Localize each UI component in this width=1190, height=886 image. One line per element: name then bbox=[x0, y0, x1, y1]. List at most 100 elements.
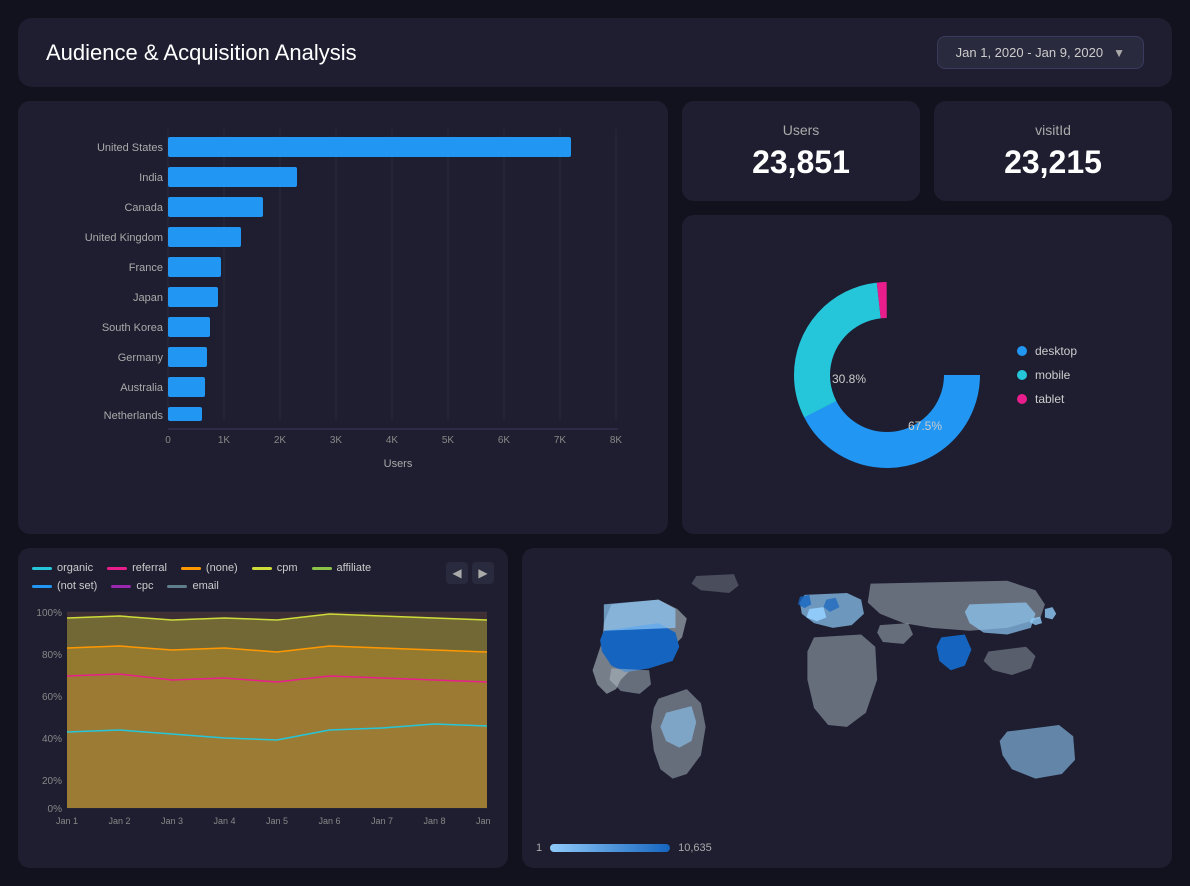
label-germany: Germany bbox=[118, 352, 164, 364]
ytick-80: 80% bbox=[42, 650, 62, 661]
area-legend: organic referral (none) cpm bbox=[32, 562, 446, 592]
map-panel: 1 10,635 bbox=[522, 548, 1172, 868]
map-scale-max: 10,635 bbox=[678, 842, 712, 854]
ytick-40: 40% bbox=[42, 734, 62, 745]
map-usa bbox=[600, 623, 679, 672]
donut-mobile-label: 30.8% bbox=[832, 372, 866, 386]
xtick-jan2: Jan 2 bbox=[108, 816, 130, 826]
bar-japan bbox=[168, 287, 218, 307]
xtick-jan8: Jan 8 bbox=[423, 816, 445, 826]
bar-south-korea bbox=[168, 317, 210, 337]
map-canada bbox=[604, 600, 676, 631]
visitid-label: visitId bbox=[1035, 122, 1071, 138]
label-us: United States bbox=[97, 142, 164, 154]
map-australia bbox=[1000, 725, 1075, 779]
date-range-label: Jan 1, 2020 - Jan 9, 2020 bbox=[956, 45, 1103, 60]
ytick-0: 0% bbox=[48, 804, 63, 815]
map-india bbox=[937, 634, 972, 670]
xtick-3k: 3K bbox=[330, 435, 343, 446]
legend-referral-label: referral bbox=[132, 562, 167, 574]
label-uk: United Kingdom bbox=[85, 232, 163, 244]
bar-uk bbox=[168, 227, 241, 247]
label-australia: Australia bbox=[120, 382, 164, 394]
legend-not-set-line bbox=[32, 585, 52, 588]
bar-chart-panel: United States India Canada United Kingdo… bbox=[18, 101, 668, 534]
bar-germany bbox=[168, 347, 207, 367]
label-canada: Canada bbox=[124, 202, 163, 214]
main-content-row: United States India Canada United Kingdo… bbox=[18, 101, 1172, 534]
ytick-60: 60% bbox=[42, 692, 62, 703]
donut-chart-panel: 30.8% 67.5% desktop mobile tablet bbox=[682, 215, 1172, 534]
visitid-value: 23,215 bbox=[1004, 144, 1102, 181]
legend-not-set: (not set) bbox=[32, 580, 97, 592]
dashboard: Audience & Acquisition Analysis Jan 1, 2… bbox=[0, 0, 1190, 886]
xtick-0: 0 bbox=[165, 435, 171, 446]
legend-referral-line bbox=[107, 567, 127, 570]
legend-email: email bbox=[167, 580, 218, 592]
label-south-korea: South Korea bbox=[102, 322, 164, 334]
legend-email-label: email bbox=[192, 580, 218, 592]
legend-desktop-label: desktop bbox=[1035, 344, 1077, 358]
page-title: Audience & Acquisition Analysis bbox=[46, 40, 357, 66]
legend-none-line bbox=[181, 567, 201, 570]
area-chart-panel: organic referral (none) cpm bbox=[18, 548, 508, 868]
xtick-jan7: Jan 7 bbox=[371, 816, 393, 826]
legend-mobile: mobile bbox=[1017, 368, 1077, 382]
donut-chart-svg: 30.8% 67.5% bbox=[777, 265, 997, 485]
bar-canada bbox=[168, 197, 263, 217]
xtick-7k: 7K bbox=[554, 435, 567, 446]
legend-mobile-label: mobile bbox=[1035, 368, 1070, 382]
map-japan bbox=[1045, 607, 1056, 619]
bar-chart-container: United States India Canada United Kingdo… bbox=[28, 119, 652, 524]
users-label: Users bbox=[783, 122, 820, 138]
xtick-jan5: Jan 5 bbox=[266, 816, 288, 826]
users-stat-card: Users 23,851 bbox=[682, 101, 920, 201]
legend-cpc: cpc bbox=[111, 580, 153, 592]
legend-cpm-label: cpm bbox=[277, 562, 298, 574]
map-mexico bbox=[610, 668, 651, 693]
xtick-5k: 5K bbox=[442, 435, 455, 446]
xtick-jan9: Jan 9 bbox=[476, 816, 492, 826]
donut-legend: desktop mobile tablet bbox=[1017, 344, 1077, 406]
xtick-1k: 1K bbox=[218, 435, 231, 446]
legend-cpm: cpm bbox=[252, 562, 298, 574]
chart-navigation: ◀ ▶ bbox=[446, 562, 494, 584]
legend-mobile-dot bbox=[1017, 370, 1027, 380]
map-sea bbox=[984, 647, 1036, 675]
map-africa bbox=[807, 634, 877, 726]
legend-tablet: tablet bbox=[1017, 392, 1077, 406]
label-japan: Japan bbox=[133, 292, 163, 304]
area-legend-header: organic referral (none) cpm bbox=[32, 562, 494, 598]
ytick-100: 100% bbox=[36, 608, 62, 619]
legend-organic-label: organic bbox=[57, 562, 93, 574]
stat-row: Users 23,851 visitId 23,215 bbox=[682, 101, 1172, 201]
legend-affiliate: affiliate bbox=[312, 562, 372, 574]
label-france: France bbox=[129, 262, 163, 274]
bottom-row: organic referral (none) cpm bbox=[18, 548, 1172, 868]
date-range-picker[interactable]: Jan 1, 2020 - Jan 9, 2020 ▼ bbox=[937, 36, 1144, 69]
xtick-jan4: Jan 4 bbox=[213, 816, 235, 826]
legend-desktop-dot bbox=[1017, 346, 1027, 356]
chevron-down-icon: ▼ bbox=[1113, 46, 1125, 60]
map-scale-bar bbox=[550, 844, 670, 852]
map-greenland bbox=[692, 574, 739, 593]
chart-prev-button[interactable]: ◀ bbox=[446, 562, 468, 584]
map-scale-min: 1 bbox=[536, 842, 542, 854]
legend-cpm-line bbox=[252, 567, 272, 570]
xtick-jan6: Jan 6 bbox=[318, 816, 340, 826]
xtick-jan1: Jan 1 bbox=[56, 816, 78, 826]
legend-organic: organic bbox=[32, 562, 93, 574]
xtick-6k: 6K bbox=[498, 435, 511, 446]
chart-next-button[interactable]: ▶ bbox=[472, 562, 494, 584]
xtick-4k: 4K bbox=[386, 435, 399, 446]
legend-none: (none) bbox=[181, 562, 238, 574]
legend-email-line bbox=[167, 585, 187, 588]
bar-australia bbox=[168, 377, 205, 397]
legend-desktop: desktop bbox=[1017, 344, 1077, 358]
area-affiliate bbox=[67, 612, 487, 808]
area-chart-svg: 100% 80% 60% 40% 20% 0% bbox=[32, 602, 492, 842]
ytick-20: 20% bbox=[42, 776, 62, 787]
legend-affiliate-label: affiliate bbox=[337, 562, 372, 574]
map-middle-east bbox=[877, 623, 913, 644]
legend-organic-line bbox=[32, 567, 52, 570]
